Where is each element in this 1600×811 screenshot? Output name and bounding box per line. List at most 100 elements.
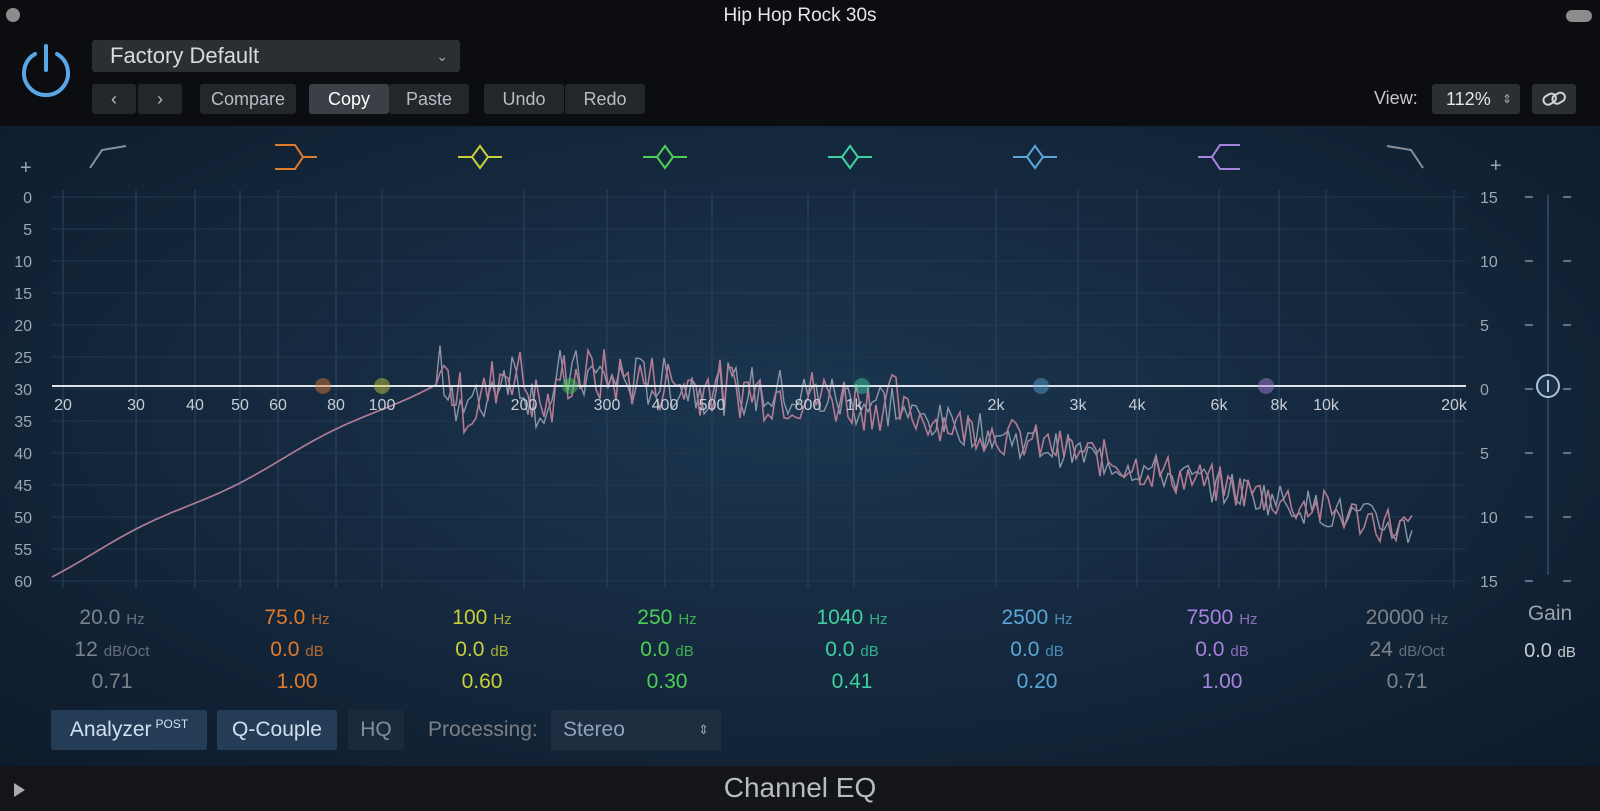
band-frequency[interactable]: 2500 Hz <box>967 606 1107 630</box>
band-gain[interactable]: 0.0 dB <box>412 638 552 662</box>
band-gain-unit: dB <box>305 643 324 660</box>
band-q[interactable]: 0.41 <box>782 670 922 694</box>
band-handle[interactable] <box>854 378 870 394</box>
band-handle[interactable] <box>562 378 578 394</box>
paste-button[interactable]: Paste <box>389 84 469 114</box>
analyzer-button[interactable]: Analyzer POST <box>51 710 207 750</box>
band-handle[interactable] <box>374 378 390 394</box>
band-gain-unit: dB <box>490 643 509 660</box>
band-gain[interactable]: 0.0 dB <box>227 638 367 662</box>
frequency-label: 50 <box>231 397 249 414</box>
left-scale-label: 5 <box>23 222 32 239</box>
frequency-label: 10k <box>1313 397 1340 414</box>
processing-select[interactable]: Stereo ⇕ <box>551 710 721 750</box>
band-frequency[interactable]: 75.0 Hz <box>227 606 367 630</box>
bell-filter-icon[interactable] <box>1013 144 1057 170</box>
band-q[interactable]: 0.71 <box>1337 670 1477 694</box>
previous-preset-button[interactable]: ‹ <box>92 84 136 114</box>
band-q[interactable]: 0.60 <box>412 670 552 694</box>
band-gain[interactable]: 0.0 dB <box>1152 638 1292 662</box>
band-gain[interactable]: 0.0 dB <box>597 638 737 662</box>
frequency-label: 20k <box>1441 397 1468 414</box>
band-frequency-unit: Hz <box>1239 611 1258 628</box>
view-zoom-value: 112% <box>1446 89 1491 109</box>
band-handle[interactable] <box>315 378 331 394</box>
gain-slider[interactable] <box>1536 195 1560 575</box>
preset-dropdown[interactable]: Factory Default ⌄ <box>92 40 460 72</box>
band-frequency-unit: Hz <box>678 611 697 628</box>
band-q-value: 0.71 <box>91 670 133 693</box>
low-shelf-icon[interactable] <box>275 144 317 170</box>
right-scale-label: 15 <box>1480 574 1498 591</box>
band-frequency-value: 100 <box>452 606 488 629</box>
high-cut-icon[interactable] <box>1386 145 1424 169</box>
frequency-label: 100 <box>369 397 396 414</box>
band-frequency[interactable]: 1040 Hz <box>782 606 922 630</box>
compare-button[interactable]: Compare <box>200 84 296 114</box>
band-handle[interactable] <box>1258 378 1274 394</box>
spectrum-curve-primary <box>51 347 1413 578</box>
band-frequency-unit: Hz <box>1430 611 1449 628</box>
redo-button[interactable]: Redo <box>565 84 645 114</box>
window-resize-pill[interactable] <box>1566 10 1592 22</box>
add-band-right-icon[interactable]: + <box>1490 155 1502 177</box>
next-preset-button[interactable]: › <box>138 84 182 114</box>
link-button[interactable] <box>1532 84 1576 114</box>
left-scale-label: 45 <box>14 478 32 495</box>
band-gain-unit: dB/Oct <box>103 643 150 660</box>
gain-label: Gain <box>1527 602 1573 625</box>
gain-value-number: 0.0 <box>1524 640 1552 662</box>
band-gain[interactable]: 0.0 dB <box>967 638 1107 662</box>
band-q[interactable]: 0.20 <box>967 670 1107 694</box>
bell-filter-icon[interactable] <box>458 144 502 170</box>
band-q-value: 0.30 <box>646 670 688 693</box>
view-label: View: <box>1374 88 1418 108</box>
band-q-value: 1.00 <box>276 670 318 693</box>
frequency-label: 800 <box>795 397 822 414</box>
band-q[interactable]: 1.00 <box>227 670 367 694</box>
band-frequency[interactable]: 20000 Hz <box>1337 606 1477 630</box>
high-shelf-icon[interactable] <box>1198 144 1240 170</box>
q-couple-button[interactable]: Q-Couple <box>217 710 337 750</box>
right-scale-label: 5 <box>1480 446 1489 463</box>
frequency-label: 400 <box>652 397 679 414</box>
view-zoom-select[interactable]: 112% ⇕ <box>1432 84 1520 114</box>
hq-button[interactable]: HQ <box>348 710 404 750</box>
band-frequency[interactable]: 100 Hz <box>412 606 552 630</box>
frequency-label: 40 <box>186 397 204 414</box>
band-q-value: 1.00 <box>1201 670 1243 693</box>
band-frequency-value: 1040 <box>816 606 864 629</box>
window-title: Hip Hop Rock 30s <box>723 5 877 26</box>
band-frequency-unit: Hz <box>493 611 512 628</box>
band-frequency-unit: Hz <box>869 611 888 628</box>
bell-filter-icon[interactable] <box>828 144 872 170</box>
add-band-left-icon[interactable]: + <box>20 157 32 179</box>
band-frequency[interactable]: 7500 Hz <box>1152 606 1292 630</box>
band-handle[interactable] <box>1033 378 1049 394</box>
band-frequency-value: 2500 <box>1001 606 1049 629</box>
band-gain[interactable]: 12 dB/Oct <box>42 638 182 662</box>
band-gain[interactable]: 0.0 dB <box>782 638 922 662</box>
band-frequency[interactable]: 250 Hz <box>597 606 737 630</box>
left-scale-label: 20 <box>14 318 32 335</box>
title-bar: Hip Hop Rock 30s <box>0 0 1600 30</box>
gain-value[interactable]: 0.0 dB <box>1510 640 1590 663</box>
processing-value: Stereo <box>563 718 625 741</box>
right-scale-label: 10 <box>1480 510 1498 527</box>
frequency-label: 60 <box>269 397 287 414</box>
left-scale-label: 15 <box>14 286 32 303</box>
band-gain[interactable]: 24 dB/Oct <box>1337 638 1477 662</box>
undo-button[interactable]: Undo <box>484 84 564 114</box>
frequency-label: 80 <box>327 397 345 414</box>
band-q[interactable]: 0.30 <box>597 670 737 694</box>
band-q[interactable]: 0.71 <box>42 670 182 694</box>
band-frequency[interactable]: 20.0 Hz <box>42 606 182 630</box>
copy-button[interactable]: Copy <box>309 84 389 114</box>
band-gain-value: 12 <box>74 638 98 661</box>
up-down-icon: ⇕ <box>1501 92 1512 106</box>
processing-label: Processing: <box>428 718 538 741</box>
bell-filter-icon[interactable] <box>643 144 687 170</box>
low-cut-icon[interactable] <box>89 145 127 169</box>
power-icon[interactable] <box>16 40 76 100</box>
band-q[interactable]: 1.00 <box>1152 670 1292 694</box>
